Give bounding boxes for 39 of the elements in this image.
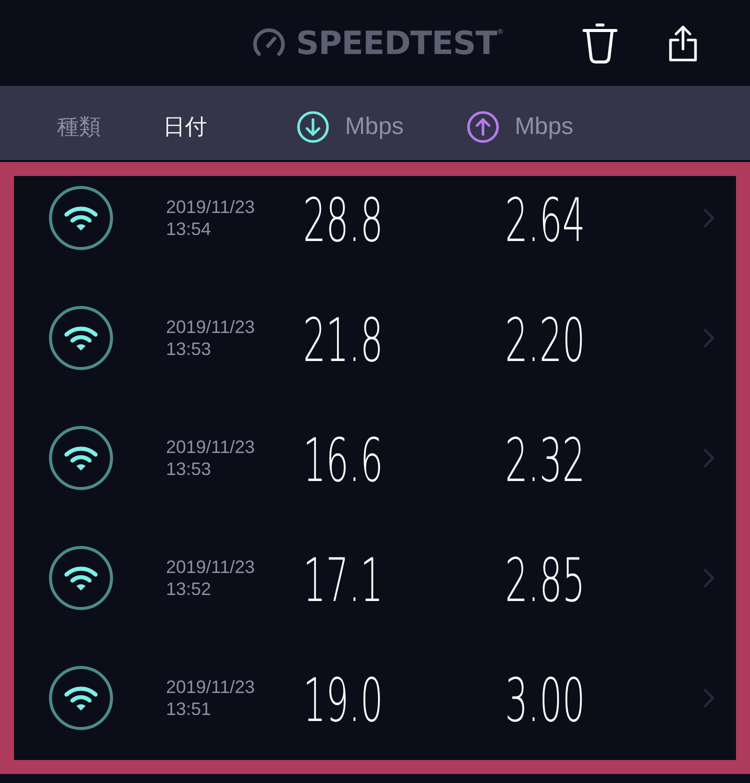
test-time: 13:51 xyxy=(166,698,212,720)
test-time: 13:52 xyxy=(166,578,212,600)
download-speed: 19.0 xyxy=(303,671,384,731)
upload-speed: 2.32 xyxy=(505,431,586,491)
download-speed: 17.1 xyxy=(303,551,384,611)
test-date: 2019/11/23 xyxy=(166,436,256,458)
column-header[interactable]: 日付 xyxy=(163,112,207,142)
download-icon xyxy=(297,111,329,143)
download-speed: 21.8 xyxy=(303,311,384,371)
share-icon[interactable] xyxy=(668,24,698,62)
test-date: 2019/11/23 xyxy=(166,196,256,218)
test-time: 13:54 xyxy=(166,218,212,240)
upload-speed: 2.85 xyxy=(505,551,586,611)
upload-icon xyxy=(466,111,499,143)
chevron-icon[interactable] xyxy=(703,328,715,348)
download-speed: 16.6 xyxy=(303,431,384,491)
wifi-icon xyxy=(49,666,113,730)
chevron-icon[interactable] xyxy=(703,448,715,468)
wifi-icon xyxy=(49,426,113,490)
logo-text: SPEEDTEST$^{®}$ xyxy=(296,24,504,62)
test-date: 2019/11/23 xyxy=(166,556,256,578)
chevron-icon[interactable] xyxy=(703,688,715,708)
upload-speed: 3.00 xyxy=(505,671,586,731)
upload-speed: 2.20 xyxy=(505,311,586,371)
download-speed: 28.8 xyxy=(303,191,384,251)
chevron-icon[interactable] xyxy=(703,208,715,228)
column-header[interactable]: Mbps xyxy=(466,111,574,143)
upload-speed: 2.64 xyxy=(505,191,586,251)
test-date: 2019/11/23 xyxy=(166,316,256,338)
wifi-icon xyxy=(49,306,113,370)
column-header[interactable]: 種類 xyxy=(57,112,101,142)
test-time: 13:53 xyxy=(166,458,212,480)
test-time: 13:53 xyxy=(166,338,212,360)
wifi-icon xyxy=(49,186,113,250)
test-date: 2019/11/23 xyxy=(166,676,256,698)
wifi-icon xyxy=(49,546,113,610)
chevron-icon[interactable] xyxy=(703,568,715,588)
column-header[interactable]: Mbps xyxy=(297,111,404,143)
trash-icon[interactable] xyxy=(582,22,618,64)
